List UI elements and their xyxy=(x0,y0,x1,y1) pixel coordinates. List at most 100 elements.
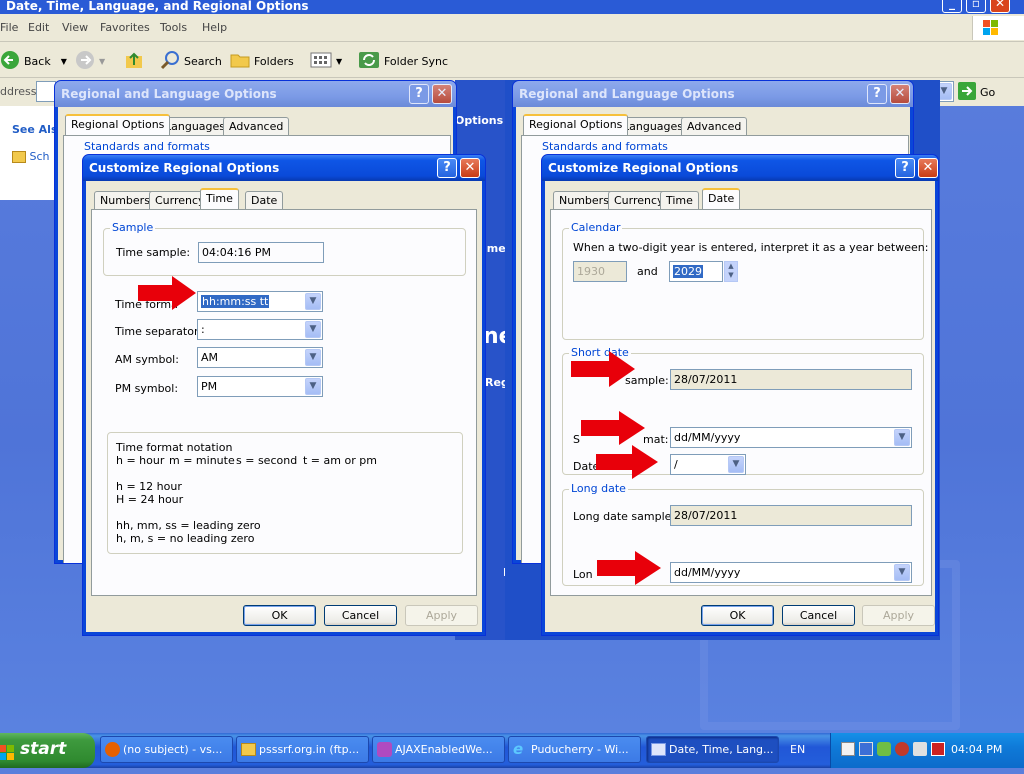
time-separator-value: : xyxy=(201,323,205,336)
go-button[interactable]: Go xyxy=(958,81,996,103)
cancel-button[interactable]: Cancel xyxy=(324,605,397,626)
sample-group: Sample Time sample: 04:04:16 PM xyxy=(103,221,466,276)
notation-text: H = 24 hour xyxy=(116,493,184,506)
tab-advanced[interactable]: Advanced xyxy=(223,117,290,136)
taskbar-item-active[interactable]: Date, Time, Lang... xyxy=(646,736,779,763)
year-to-value: 2029 xyxy=(673,265,703,278)
year-spinner[interactable]: ▲ ▼ xyxy=(724,261,738,282)
close-icon[interactable]: ✕ xyxy=(432,84,452,104)
short-format-label: S xyxy=(573,433,580,446)
dialog-title: Regional and Language Options xyxy=(513,81,913,107)
maximize-icon[interactable]: ▫ xyxy=(966,0,986,13)
apply-button[interactable]: Apply xyxy=(405,605,478,626)
tab-time[interactable]: Time xyxy=(660,191,699,210)
date-separator-combo[interactable]: / ▼ xyxy=(670,454,746,475)
time-separator-combo[interactable]: : ▼ xyxy=(197,319,323,340)
tab-time[interactable]: Time xyxy=(200,188,239,209)
volume-icon[interactable] xyxy=(913,742,927,756)
folders-label: Folders xyxy=(254,54,294,68)
address-input[interactable] xyxy=(36,81,56,102)
up-folder-button[interactable] xyxy=(124,51,144,71)
close-icon[interactable]: ✕ xyxy=(890,84,910,104)
calendar-group: Calendar When a two-digit year is entere… xyxy=(562,221,928,340)
menu-view[interactable]: View xyxy=(62,21,88,34)
tab-numbers[interactable]: Numbers xyxy=(94,191,156,210)
ok-button[interactable]: OK xyxy=(243,605,316,626)
back-button[interactable]: Back ▼ xyxy=(0,50,67,73)
go-label: Go xyxy=(980,85,996,99)
up-folder-icon xyxy=(124,50,144,73)
tray-icon[interactable] xyxy=(877,742,891,756)
taskbar-item[interactable]: (no subject) - vs... xyxy=(100,736,233,763)
close-icon[interactable]: ✕ xyxy=(460,158,480,178)
tab-numbers[interactable]: Numbers xyxy=(553,191,615,210)
taskbar-item[interactable]: e Puducherry - Wi... xyxy=(508,736,641,763)
red-arrow-annotation xyxy=(596,445,658,479)
tab-panel: Sample Time sample: 04:04:16 PM Time for… xyxy=(91,209,477,596)
tray-icon[interactable] xyxy=(841,742,855,756)
tab-date[interactable]: Date xyxy=(245,191,284,210)
folder-sync-label: Folder Sync xyxy=(384,54,449,68)
long-format-value: dd/MM/yyyy xyxy=(674,566,741,579)
red-arrow-annotation xyxy=(597,551,661,585)
tray-icon[interactable] xyxy=(859,742,873,756)
time-sample-label: Time sample: xyxy=(116,246,191,259)
ok-button[interactable]: OK xyxy=(701,605,774,626)
spin-up-icon: ▲ xyxy=(728,262,734,270)
tab-panel: Calendar When a two-digit year is entere… xyxy=(550,209,932,596)
folder-sync-button[interactable]: Folder Sync xyxy=(358,51,448,71)
close-icon[interactable]: ✕ xyxy=(990,0,1010,13)
visual-studio-icon xyxy=(377,742,392,757)
views-button[interactable]: ▼ xyxy=(310,51,342,71)
menu-tools[interactable]: Tools xyxy=(160,21,187,34)
spin-down-icon: ▼ xyxy=(728,271,734,279)
go-arrow-icon xyxy=(958,81,976,103)
tray-icon[interactable] xyxy=(895,742,909,756)
start-button[interactable]: start xyxy=(0,733,95,768)
forward-button[interactable]: ▼ xyxy=(75,50,105,71)
short-format-combo[interactable]: dd/MM/yyyy ▼ xyxy=(670,427,912,448)
taskbar-item[interactable]: psssrf.org.in (ftp... xyxy=(236,736,369,763)
help-icon[interactable]: ? xyxy=(867,84,887,104)
explorer-sidebar: See Als Sch xyxy=(0,106,58,200)
time-format-combo[interactable]: hh:mm:ss tt ▼ xyxy=(197,291,323,312)
apply-button[interactable]: Apply xyxy=(862,605,935,626)
folders-button[interactable]: Folders xyxy=(230,51,294,71)
menu-file[interactable]: File xyxy=(0,21,18,34)
address-label: ddress xyxy=(0,85,37,98)
short-format-value: dd/MM/yyyy xyxy=(674,431,741,444)
notation-group: Time format notation h = hour m = minute… xyxy=(107,432,463,554)
search-button[interactable]: Search xyxy=(160,50,222,71)
menu-help[interactable]: Help xyxy=(202,21,227,34)
help-icon[interactable]: ? xyxy=(409,84,429,104)
task-label: psssrf.org.in (ftp... xyxy=(259,743,360,756)
menu-favorites[interactable]: Favorites xyxy=(100,21,150,34)
red-arrow-annotation xyxy=(581,411,645,445)
back-arrow-icon xyxy=(0,50,20,73)
notation-text: h, m, s = no leading zero xyxy=(116,532,255,545)
tab-regional-options[interactable]: Regional Options xyxy=(65,114,171,135)
toolbar: Back ▼ ▼ Search Folders ▼ Folder Sync xyxy=(0,42,1024,78)
task-label: (no subject) - vs... xyxy=(123,743,223,756)
tab-date[interactable]: Date xyxy=(702,188,741,209)
sidebar-link[interactable]: Sch xyxy=(12,150,50,163)
pm-symbol-combo[interactable]: PM ▼ xyxy=(197,376,323,397)
short-sample-field: 28/07/2011 xyxy=(670,369,912,390)
help-icon[interactable]: ? xyxy=(895,158,915,178)
language-indicator[interactable]: EN xyxy=(790,743,805,756)
taskbar-item[interactable]: AJAXEnabledWe... xyxy=(372,736,505,763)
close-icon[interactable]: ✕ xyxy=(918,158,938,178)
security-icon[interactable] xyxy=(931,742,945,756)
help-icon[interactable]: ? xyxy=(437,158,457,178)
minimize-icon[interactable]: _ xyxy=(942,0,962,13)
long-format-combo[interactable]: dd/MM/yyyy ▼ xyxy=(670,562,912,583)
explorer-title: Date, Time, Language, and Regional Optio… xyxy=(0,0,1024,14)
tab-regional-options[interactable]: Regional Options xyxy=(523,114,629,135)
tab-advanced[interactable]: Advanced xyxy=(681,117,748,136)
year-to-field[interactable]: 2029 xyxy=(669,261,723,282)
notation-text: h = hour xyxy=(116,454,165,467)
year-from-field: 1930 xyxy=(573,261,627,282)
cancel-button[interactable]: Cancel xyxy=(782,605,855,626)
am-symbol-combo[interactable]: AM ▼ xyxy=(197,347,323,368)
menu-edit[interactable]: Edit xyxy=(28,21,49,34)
